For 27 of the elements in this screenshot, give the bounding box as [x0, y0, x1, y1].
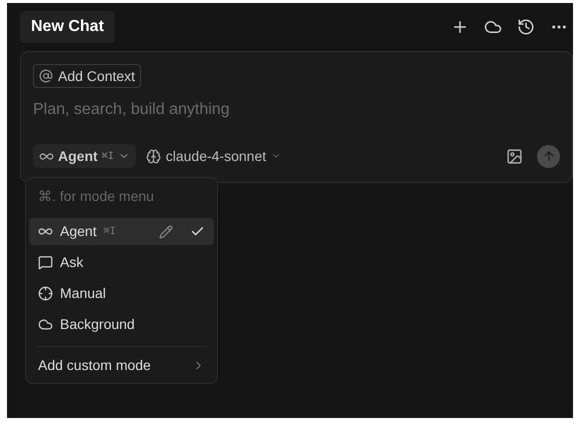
add-custom-mode-item[interactable]: Add custom mode: [29, 351, 214, 379]
mode-label: Background: [60, 315, 135, 334]
chat-tab[interactable]: New Chat: [20, 11, 115, 43]
add-context-button[interactable]: Add Context: [33, 64, 142, 88]
mode-label: Agent: [60, 222, 97, 241]
menu-hint: ⌘. for mode menu: [37, 187, 155, 206]
mode-label: Ask: [60, 253, 84, 272]
cloud-icon[interactable]: [484, 18, 502, 36]
cloud-icon: [38, 317, 53, 332]
mode-menu-item[interactable]: Manual: [29, 280, 214, 307]
new-chat-icon[interactable]: [451, 18, 469, 36]
mode-label: Manual: [60, 284, 106, 303]
mode-menu-item[interactable]: Agent ⌘I: [29, 218, 214, 245]
model-selector[interactable]: claude-4-sonnet: [146, 146, 282, 166]
prompt-field[interactable]: Plan, search, build anything: [33, 98, 560, 122]
mode-menu-item[interactable]: Background: [29, 311, 214, 338]
shortcut-text: ⌘I: [104, 225, 116, 239]
history-icon[interactable]: [517, 18, 535, 36]
pencil-icon[interactable]: [159, 224, 173, 238]
crosshair-icon: [38, 286, 53, 301]
speech-bubble-icon: [38, 255, 53, 270]
image-icon[interactable]: [506, 148, 523, 164]
shortcut-text: ⌘I: [102, 150, 114, 164]
mode-selector[interactable]: Agent ⌘I: [33, 144, 136, 168]
brain-icon: [146, 148, 161, 164]
at-sign-icon: [39, 69, 53, 83]
mode-menu-item[interactable]: Ask: [29, 249, 214, 276]
